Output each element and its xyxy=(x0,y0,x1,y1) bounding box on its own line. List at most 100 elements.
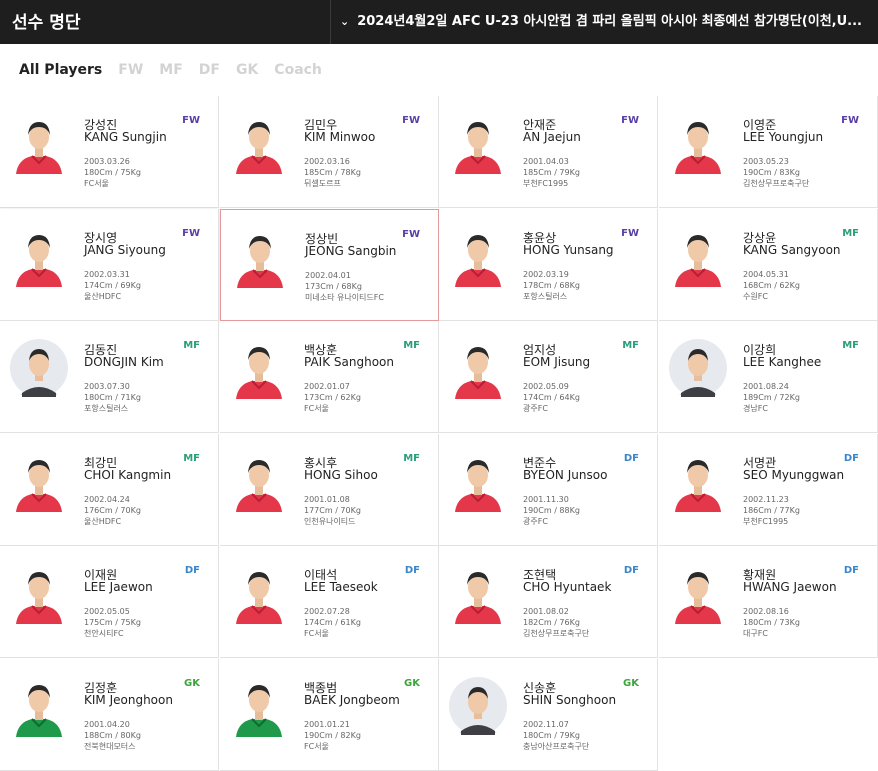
player-card[interactable]: 백상훈 PAIK Sanghoon MF 2002.01.07 173Cm / 62Kg… xyxy=(220,321,439,433)
player-name-english: AN Jaejun xyxy=(523,130,581,144)
player-birthdate: 2003.03.26 xyxy=(84,157,130,166)
player-height-weight: 173Cm / 68Kg xyxy=(305,282,362,291)
tab-mf[interactable]: MF xyxy=(159,62,183,78)
player-name-english: SEO Myunggwan xyxy=(743,468,845,482)
player-birthdate: 2002.01.07 xyxy=(304,382,350,391)
player-photo xyxy=(236,347,282,399)
tab-df[interactable]: DF xyxy=(199,62,220,78)
player-birthdate: 2002.03.19 xyxy=(523,270,569,279)
player-height-weight: 168Cm / 62Kg xyxy=(743,281,800,290)
player-height-weight: 178Cm / 68Kg xyxy=(523,281,580,290)
player-photo xyxy=(16,460,62,512)
player-birthdate: 2002.03.31 xyxy=(84,270,130,279)
player-club: 경남FC xyxy=(743,404,768,413)
roster-selector-dropdown[interactable]: ⌄ 2024년4월2일 AFC U-23 아시안컵 겸 파리 올림픽 아시아 최종… xyxy=(340,10,874,29)
position-badge: FW xyxy=(182,115,200,126)
tab-gk[interactable]: GK xyxy=(236,62,258,78)
player-card[interactable]: 김동진 DONGJIN Kim MF 2003.07.30 180Cm / 71Kg 포항… xyxy=(0,321,219,433)
position-badge: MF xyxy=(183,453,200,464)
player-birthdate: 2004.05.31 xyxy=(743,270,789,279)
player-height-weight: 174Cm / 64Kg xyxy=(523,393,580,402)
player-card[interactable]: 이태석 LEE Taeseok DF 2002.07.28 174Cm / 61Kg FC… xyxy=(220,546,439,658)
player-name-english: KIM Jeonghoon xyxy=(84,693,173,707)
player-name-english: KANG Sangyoon xyxy=(743,243,841,257)
player-height-weight: 176Cm / 70Kg xyxy=(84,506,141,515)
player-name-english: BYEON Junsoo xyxy=(523,468,608,482)
player-birthdate: 2001.01.08 xyxy=(304,495,350,504)
tab-coach[interactable]: Coach xyxy=(274,62,322,78)
position-badge: MF xyxy=(842,340,859,351)
player-birthdate: 2002.04.01 xyxy=(305,271,351,280)
player-club: 충남아산프로축구단 xyxy=(523,742,590,751)
top-bar: 선수 명단 ⌄ 2024년4월2일 AFC U-23 아시안컵 겸 파리 올림픽 … xyxy=(0,0,878,44)
player-club: 포항스틸러스 xyxy=(84,404,129,413)
player-card[interactable]: 서명관 SEO Myunggwan DF 2002.11.23 186Cm / 77Kg… xyxy=(659,434,878,546)
player-card[interactable]: 김민우 KIM Minwoo FW 2002.03.16 185Cm / 78Kg 뒤셀도… xyxy=(220,96,439,208)
player-birthdate: 2002.11.07 xyxy=(523,720,569,729)
position-badge: DF xyxy=(843,453,859,464)
player-birthdate: 2001.04.03 xyxy=(523,157,569,166)
player-name-english: BAEK Jongbeom xyxy=(304,693,400,707)
player-card[interactable]: 조현택 CHO Hyuntaek DF 2001.08.02 182Cm / 76Kg 김… xyxy=(439,546,658,658)
tab-all-players[interactable]: All Players xyxy=(19,62,102,78)
position-badge: MF xyxy=(403,453,420,464)
player-card[interactable]: 홍시후 HONG Sihoo MF 2001.01.08 177Cm / 70Kg 인천유… xyxy=(220,434,439,546)
player-birthdate: 2003.07.30 xyxy=(84,382,130,391)
player-birthdate: 2002.11.23 xyxy=(743,495,789,504)
player-club: 광주FC xyxy=(523,404,548,413)
player-club: FC서울 xyxy=(84,179,109,188)
player-birthdate: 2002.05.05 xyxy=(84,607,130,616)
player-card[interactable]: 백종범 BAEK Jongbeom GK 2001.01.21 190Cm / 82Kg… xyxy=(220,659,439,771)
player-club: 광주FC xyxy=(523,517,548,526)
player-card[interactable]: 황재원 HWANG Jaewon DF 2002.08.16 180Cm / 73Kg 대… xyxy=(659,546,878,658)
player-club: 부천FC1995 xyxy=(523,179,569,188)
position-badge: FW xyxy=(402,115,420,126)
player-height-weight: 190Cm / 82Kg xyxy=(304,731,361,740)
player-birthdate: 2001.04.20 xyxy=(84,720,130,729)
player-card[interactable]: 안재준 AN Jaejun FW 2001.04.03 185Cm / 79Kg 부천FC… xyxy=(439,96,658,208)
player-card[interactable]: 이재원 LEE Jaewon DF 2002.05.05 175Cm / 75Kg 천안시… xyxy=(0,546,219,658)
tab-fw[interactable]: FW xyxy=(118,62,143,78)
player-club: 부천FC1995 xyxy=(743,517,789,526)
player-photo xyxy=(236,122,282,174)
player-club: 울산HDFC xyxy=(84,517,122,526)
player-card[interactable]: 엄지성 EOM Jisung MF 2002.05.09 174Cm / 64Kg 광주F… xyxy=(439,321,658,433)
player-birthdate: 2002.04.24 xyxy=(84,495,130,504)
page-title: 선수 명단 xyxy=(12,13,81,33)
player-birthdate: 2003.05.23 xyxy=(743,157,789,166)
player-photo xyxy=(16,235,62,287)
player-card[interactable]: 이영준 LEE Youngjun FW 2003.05.23 190Cm / 83Kg 김… xyxy=(659,96,878,208)
roster-selector-label: 2024년4월2일 AFC U-23 아시안컵 겸 파리 올림픽 아시아 최종예… xyxy=(357,14,862,29)
player-card[interactable]: 신송훈 SHIN Songhoon GK 2002.11.07 180Cm / 79Kg… xyxy=(439,659,658,771)
player-card[interactable]: 최강민 CHOI Kangmin MF 2002.04.24 176Cm / 70Kg 울… xyxy=(0,434,219,546)
player-card[interactable]: 홍윤상 HONG Yunsang FW 2002.03.19 178Cm / 68Kg 포… xyxy=(439,209,658,321)
player-card[interactable]: 장시영 JANG Siyoung FW 2002.03.31 174Cm / 69Kg 울… xyxy=(0,209,219,321)
player-height-weight: 190Cm / 88Kg xyxy=(523,506,580,515)
player-club: 포항스틸러스 xyxy=(523,292,568,301)
player-name-english: PAIK Sanghoon xyxy=(304,355,394,369)
player-card[interactable]: 이강희 LEE Kanghee MF 2001.08.24 189Cm / 72Kg 경남… xyxy=(659,321,878,433)
player-club: 천안시티FC xyxy=(84,629,124,638)
player-club: 인천유나이티드 xyxy=(304,517,356,526)
player-photo xyxy=(449,677,507,735)
player-height-weight: 180Cm / 71Kg xyxy=(84,393,141,402)
player-card[interactable]: 변준수 BYEON Junsoo DF 2001.11.30 190Cm / 88Kg 광… xyxy=(439,434,658,546)
player-height-weight: 174Cm / 69Kg xyxy=(84,281,141,290)
player-card[interactable]: 강상윤 KANG Sangyoon MF 2004.05.31 168Cm / 62Kg… xyxy=(659,209,878,321)
player-card[interactable]: 정상빈 JEONG Sangbin FW 2002.04.01 173Cm / 68Kg… xyxy=(220,209,439,321)
player-photo xyxy=(236,572,282,624)
player-card[interactable]: 김정훈 KIM Jeonghoon GK 2001.04.20 188Cm / 80Kg… xyxy=(0,659,219,771)
player-photo xyxy=(675,235,721,287)
player-club: 대구FC xyxy=(743,629,768,638)
player-photo xyxy=(455,460,501,512)
player-height-weight: 180Cm / 73Kg xyxy=(743,618,800,627)
player-photo xyxy=(675,572,721,624)
player-photo xyxy=(236,685,282,737)
position-badge: FW xyxy=(182,228,200,239)
player-height-weight: 185Cm / 79Kg xyxy=(523,168,580,177)
position-badge: MF xyxy=(183,340,200,351)
player-club: 수원FC xyxy=(743,292,768,301)
player-name-english: CHOI Kangmin xyxy=(84,468,172,482)
player-height-weight: 173Cm / 62Kg xyxy=(304,393,361,402)
player-card[interactable]: 강성진 KANG Sungjin FW 2003.03.26 180Cm / 75Kg F… xyxy=(0,96,219,208)
